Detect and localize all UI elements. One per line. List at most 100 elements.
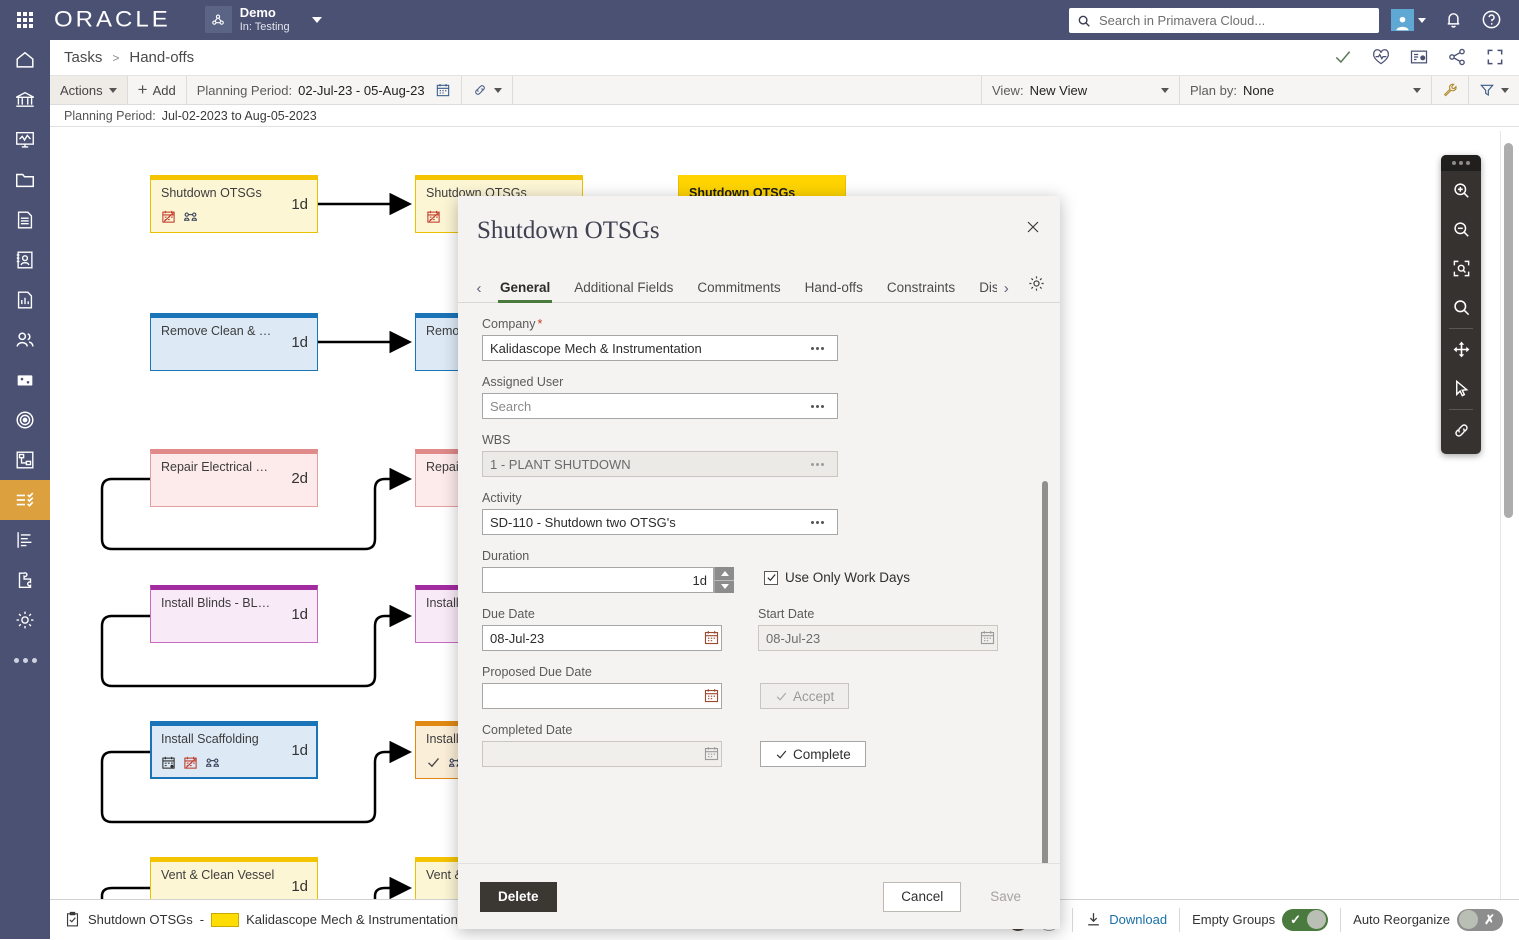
use-work-days-checkbox[interactable]: Use Only Work Days — [764, 570, 910, 585]
share-icon[interactable] — [1447, 47, 1467, 67]
zoom-to-fit-button[interactable] — [1441, 249, 1481, 288]
task-card-icons — [426, 209, 441, 224]
task-card[interactable]: Install Scaffolding1d — [150, 721, 318, 779]
auto-reorganize-toggle[interactable]: ✗ — [1457, 909, 1503, 931]
tab-constraints[interactable]: Constraints — [875, 280, 967, 302]
sidebar-item-settings[interactable] — [0, 600, 50, 640]
breadcrumb-current[interactable]: Hand-offs — [129, 49, 194, 66]
chevron-down-icon[interactable] — [312, 17, 322, 23]
palette-drag-handle[interactable] — [1441, 155, 1481, 171]
actions-menu-button[interactable]: Actions — [50, 76, 128, 104]
task-card[interactable]: Vent & Clean Vessel1d — [150, 857, 318, 899]
view-selector[interactable]: View: New View — [982, 76, 1180, 104]
sidebar-item-portfolio[interactable] — [0, 80, 50, 120]
complete-button[interactable]: Complete — [760, 741, 866, 767]
duration-decrement-button[interactable] — [714, 580, 734, 594]
pan-tool-button[interactable] — [1441, 330, 1481, 369]
user-menu[interactable] — [1391, 9, 1426, 31]
task-card-duration: 2d — [291, 470, 308, 487]
calendar-icon[interactable] — [435, 82, 451, 98]
check-icon[interactable] — [1333, 47, 1353, 67]
filter-button[interactable] — [1469, 76, 1519, 104]
duration-increment-button[interactable] — [714, 567, 734, 580]
accept-button[interactable]: Accept — [760, 683, 849, 709]
question-circle-icon[interactable] — [1481, 9, 1502, 35]
assigned-user-input[interactable] — [482, 393, 838, 419]
settings-wrench-button[interactable] — [1432, 76, 1469, 104]
plan-by-selector[interactable]: Plan by: None — [1180, 76, 1432, 104]
ellipsis-icon[interactable] — [0, 640, 50, 680]
gear-icon[interactable] — [1027, 274, 1046, 298]
wbs-picker-button[interactable] — [806, 456, 828, 472]
sidebar-item-schedule[interactable] — [0, 440, 50, 480]
add-button[interactable]: + Add — [128, 76, 187, 104]
tab-general[interactable]: General — [488, 280, 562, 302]
sidebar-item-risk[interactable] — [0, 360, 50, 400]
link-tool-button[interactable] — [1441, 411, 1481, 450]
search-input[interactable] — [1097, 8, 1371, 33]
zoom-out-button[interactable] — [1441, 210, 1481, 249]
chevron-left-icon[interactable]: ‹ — [470, 274, 488, 302]
sidebar-item-files[interactable] — [0, 160, 50, 200]
sidebar-item-resources[interactable] — [0, 320, 50, 360]
canvas-vertical-scrollbar[interactable] — [1504, 143, 1513, 518]
company-input[interactable] — [482, 335, 838, 361]
global-search[interactable] — [1069, 8, 1379, 33]
sidebar-item-scope[interactable] — [0, 400, 50, 440]
sidebar-item-home[interactable] — [0, 40, 50, 80]
task-card[interactable]: Remove Clean & Te...1d — [150, 313, 318, 371]
task-card[interactable]: Shutdown OTSGs1d — [150, 175, 318, 233]
activity-picker-button[interactable] — [806, 514, 828, 530]
tab-discussion[interactable]: Dis — [967, 280, 997, 302]
select-tool-button[interactable] — [1441, 369, 1481, 408]
duration-input[interactable] — [482, 567, 714, 593]
sidebar-item-dashboards[interactable] — [0, 120, 50, 160]
breadcrumb-parent[interactable]: Tasks — [64, 49, 102, 66]
activity-input[interactable] — [482, 509, 838, 535]
company-picker-button[interactable] — [806, 340, 828, 356]
dice-icon — [14, 369, 36, 391]
task-card[interactable]: Install Blinds - BLLi...1d — [150, 585, 318, 643]
report-icon[interactable] — [1409, 47, 1429, 67]
canvas-vertical-scroll-track[interactable] — [1500, 131, 1517, 899]
sidebar-item-contacts[interactable] — [0, 240, 50, 280]
task-card[interactable]: Repair Electrical Co...2d — [150, 449, 318, 507]
proposed-due-date-calendar-icon[interactable] — [703, 687, 720, 704]
tab-commitments[interactable]: Commitments — [685, 280, 792, 302]
canvas-search-button[interactable] — [1441, 288, 1481, 327]
project-name: Demo — [240, 6, 290, 21]
chevron-down-icon[interactable] — [1418, 18, 1426, 23]
empty-groups-toggle[interactable]: ✓ — [1282, 909, 1328, 931]
sidebar-item-reports[interactable] — [0, 280, 50, 320]
delete-button[interactable]: Delete — [480, 882, 557, 912]
cancel-button[interactable]: Cancel — [883, 882, 961, 912]
assigned-user-picker-button[interactable] — [806, 398, 828, 414]
attachments-dropdown[interactable] — [462, 76, 513, 104]
start-date-calendar-icon[interactable] — [979, 629, 996, 646]
proposed-due-date-input[interactable] — [482, 683, 722, 709]
sidebar-item-tasks[interactable] — [0, 480, 50, 520]
bell-icon[interactable] — [1443, 9, 1464, 35]
canvas-tool-palette[interactable] — [1441, 155, 1481, 454]
duration-stepper[interactable] — [714, 567, 734, 593]
dialog-scrollbar[interactable] — [1042, 481, 1048, 863]
due-date-input[interactable] — [482, 625, 722, 651]
dialog-body[interactable]: Company* Assigned User WBS Acti — [458, 303, 1060, 863]
completed-date-calendar-icon[interactable] — [703, 745, 720, 762]
tab-additional-fields[interactable]: Additional Fields — [562, 280, 685, 302]
sidebar-item-timeline[interactable] — [0, 520, 50, 560]
sidebar-item-integrations[interactable] — [0, 560, 50, 600]
planning-period-button[interactable]: Planning Period: 02-Jul-23 - 05-Aug-23 — [187, 76, 462, 104]
sidebar-item-documents[interactable] — [0, 200, 50, 240]
due-date-calendar-icon[interactable] — [703, 629, 720, 646]
project-selector[interactable]: Demo In: Testing — [205, 6, 322, 34]
download-link[interactable]: Download — [1109, 912, 1167, 927]
zoom-in-button[interactable] — [1441, 171, 1481, 210]
chevron-right-icon[interactable]: › — [997, 274, 1015, 302]
task-detail-dialog[interactable]: Shutdown OTSGs ‹ General Additional Fiel… — [458, 196, 1060, 929]
app-grid-icon[interactable] — [0, 0, 50, 40]
close-icon[interactable] — [1020, 214, 1046, 240]
tab-hand-offs[interactable]: Hand-offs — [793, 280, 875, 302]
heart-pulse-icon[interactable] — [1371, 47, 1391, 67]
expand-icon[interactable] — [1485, 47, 1505, 67]
